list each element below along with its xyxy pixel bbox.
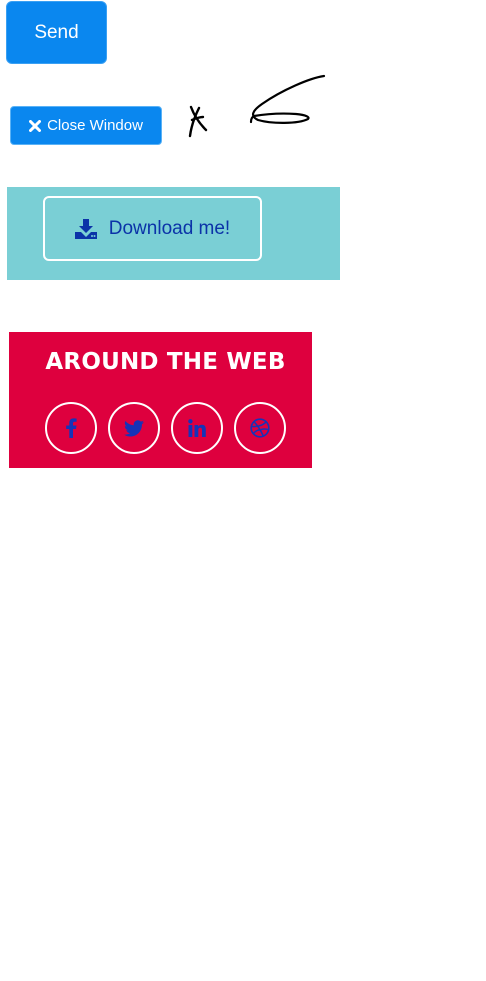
close-window-button[interactable]: Close Window xyxy=(10,106,162,145)
download-label: Download me! xyxy=(108,217,231,239)
send-button[interactable]: Send xyxy=(6,1,107,64)
times-icon xyxy=(29,119,42,132)
facebook-link[interactable] xyxy=(45,402,97,454)
twitter-link[interactable] xyxy=(108,402,160,454)
twitter-icon xyxy=(124,419,144,437)
linkedin-link[interactable] xyxy=(171,402,223,454)
download-panel: Download me! xyxy=(7,187,340,280)
facebook-icon xyxy=(65,418,77,438)
signature-drawing[interactable] xyxy=(182,70,332,145)
download-icon xyxy=(74,218,97,239)
send-button-label: Send xyxy=(34,21,79,43)
dribbble-icon xyxy=(250,418,270,438)
close-window-label: Close Window xyxy=(47,117,143,134)
around-the-web-title: AROUND THE WEB xyxy=(45,349,286,375)
around-the-web-panel: AROUND THE WEB xyxy=(9,332,312,468)
linkedin-icon xyxy=(188,419,206,437)
dribbble-link[interactable] xyxy=(234,402,286,454)
download-button[interactable]: Download me! xyxy=(43,196,262,261)
